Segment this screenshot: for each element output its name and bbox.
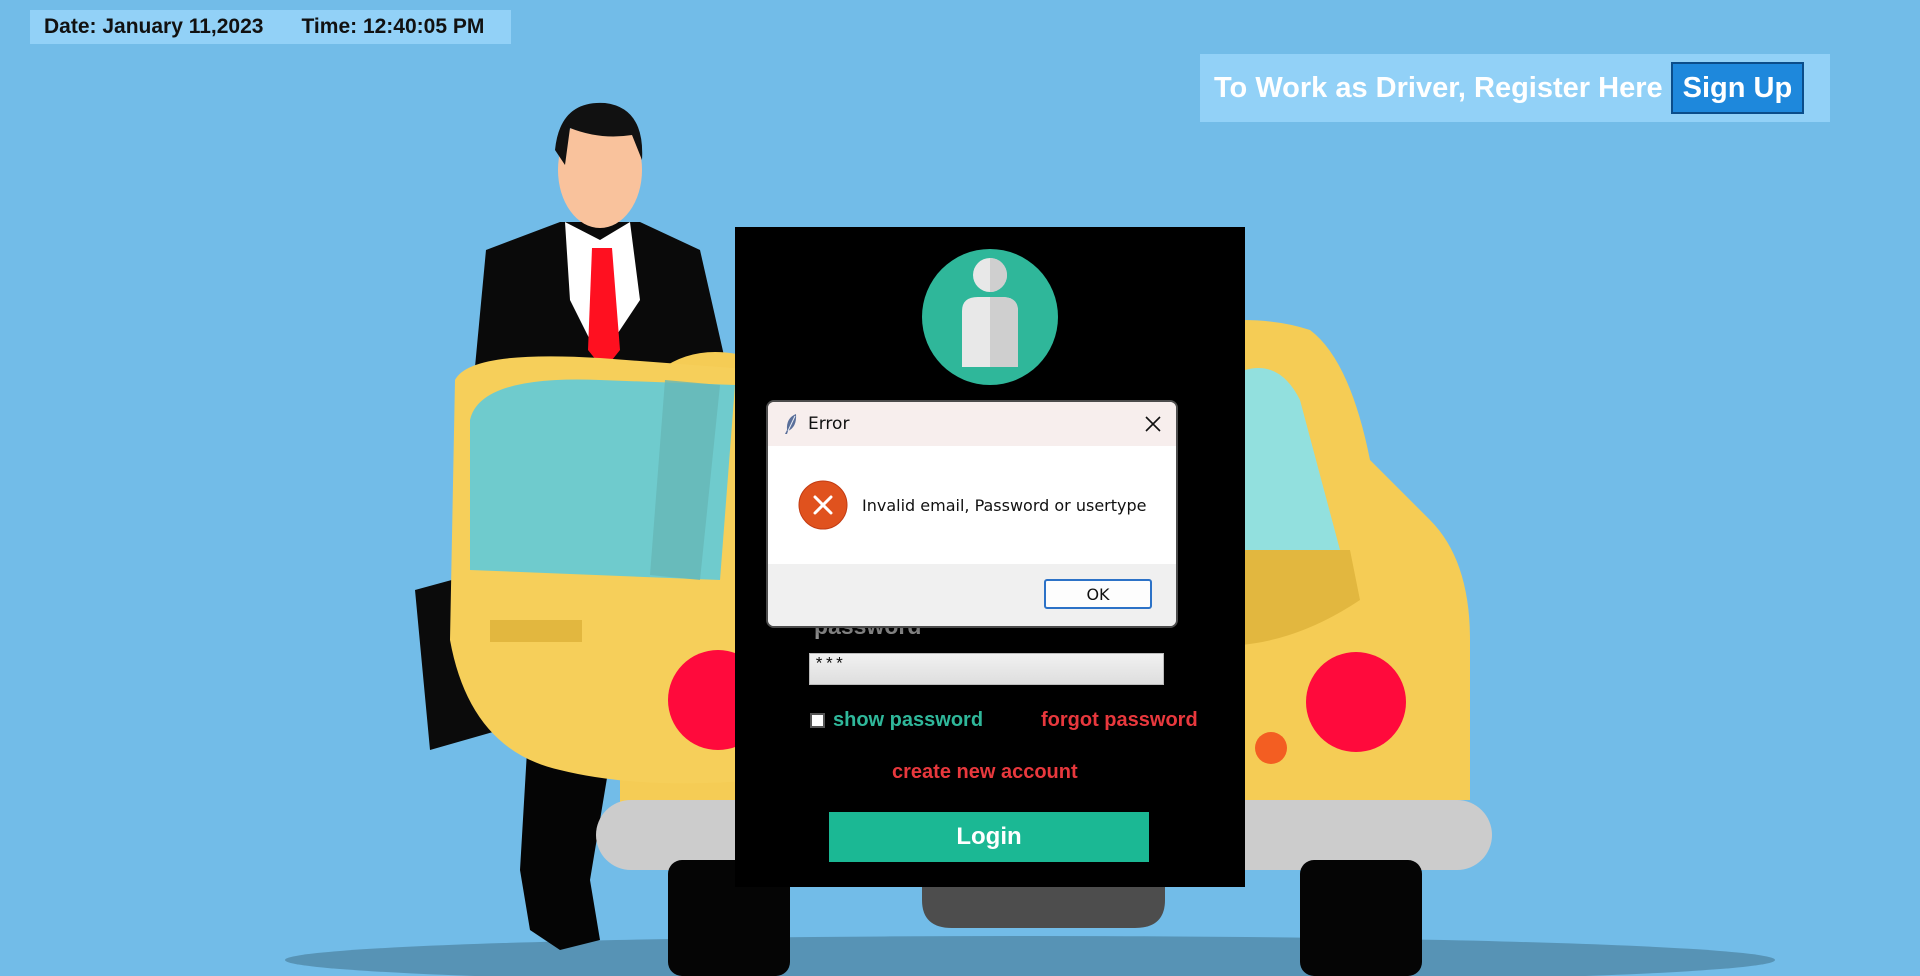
dialog-body: Invalid email, Password or usertype — [768, 446, 1176, 564]
create-account-link[interactable]: create new account — [892, 761, 1078, 784]
dialog-title: Error — [808, 414, 850, 434]
login-button[interactable]: Login — [829, 812, 1149, 862]
show-password-row[interactable]: show password — [810, 709, 983, 732]
feather-icon — [785, 414, 797, 434]
user-avatar-icon — [922, 249, 1058, 385]
error-dialog: Error Invalid email, Password or usertyp… — [766, 400, 1178, 628]
password-input[interactable]: *** — [809, 653, 1164, 685]
error-icon — [798, 480, 848, 530]
show-password-label[interactable]: show password — [833, 709, 983, 732]
time-label: Time: 12:40:05 PM — [301, 15, 485, 38]
date-label: Date: January 11,2023 — [44, 15, 264, 38]
driver-register-banner: To Work as Driver, Register Here Sign Up — [1200, 54, 1830, 122]
datetime-bar: Date: January 11,2023 Time: 12:40:05 PM — [30, 10, 511, 44]
close-icon[interactable] — [1142, 413, 1164, 435]
show-password-checkbox[interactable] — [810, 713, 825, 728]
forgot-password-link[interactable]: forgot password — [1041, 709, 1198, 732]
dialog-titlebar[interactable]: Error — [768, 402, 1176, 446]
dialog-footer: OK — [768, 564, 1176, 626]
dialog-message: Invalid email, Password or usertype — [862, 496, 1147, 515]
sign-up-button[interactable]: Sign Up — [1670, 62, 1805, 114]
ok-button[interactable]: OK — [1044, 579, 1152, 609]
register-prompt: To Work as Driver, Register Here — [1214, 71, 1663, 104]
